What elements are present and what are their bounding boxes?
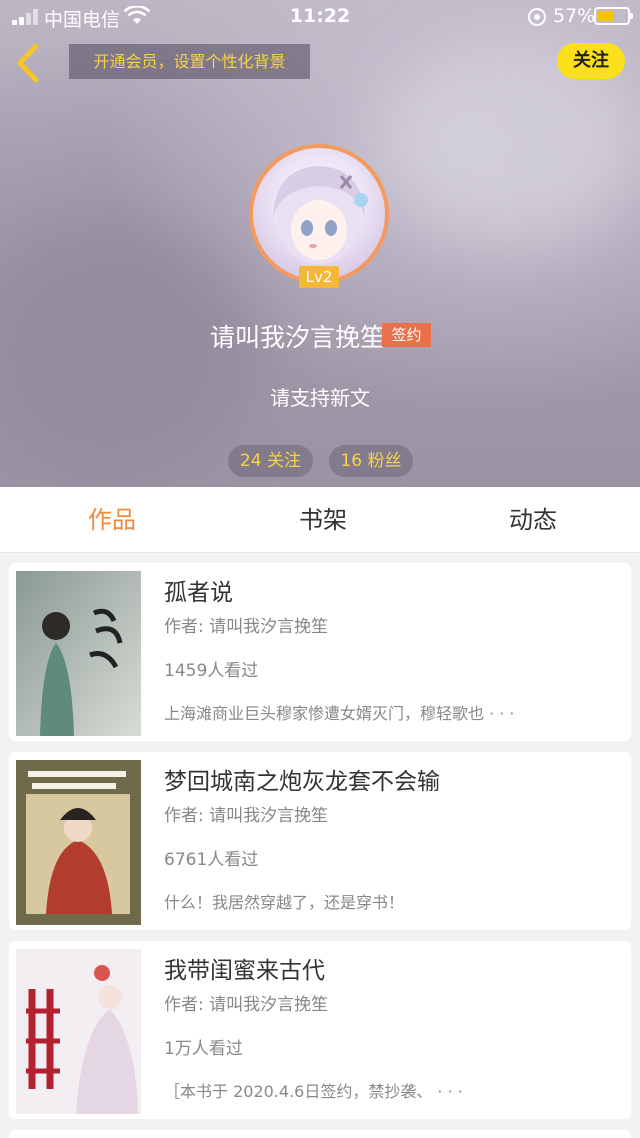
book-cover[interactable] (16, 571, 141, 736)
book-cover-image (16, 949, 141, 1114)
battery-percent: 57% (553, 5, 596, 27)
book-cover[interactable] (16, 949, 141, 1114)
book-cover[interactable] (16, 760, 141, 925)
battery-icon (594, 7, 633, 25)
avatar[interactable] (249, 144, 389, 284)
back-button[interactable] (10, 40, 50, 86)
status-bar: 中国电信 11:22 57% (0, 0, 640, 34)
user-signature: 请支持新文 (270, 386, 370, 410)
book-description: 上海滩商业巨头穆家惨遭女婿灭门，穆轻歌也 · · · (164, 704, 515, 723)
user-nickname: 请叫我汐言挽笙 (210, 323, 386, 352)
book-card[interactable]: 孤者说 作者: 请叫我汐言挽笙 1459人看过 上海滩商业巨头穆家惨遭女婿灭门，… (9, 563, 631, 741)
profile-tabs: 作品 书架 动态 (0, 487, 640, 553)
tab-works[interactable]: 作品 (52, 487, 172, 553)
book-author: 作者: 请叫我汐言挽笙 (164, 617, 329, 637)
book-description: ［本书于 2020.4.6日签约，禁抄袭、 · · · (164, 1082, 463, 1101)
book-title: 孤者说 (164, 580, 233, 606)
orientation-lock-icon (528, 8, 546, 26)
book-view-count: 6761人看过 (164, 850, 259, 870)
book-author: 作者: 请叫我汐言挽笙 (164, 806, 329, 826)
tab-bookshelf[interactable]: 书架 (263, 487, 383, 553)
book-view-count: 1万人看过 (164, 1039, 243, 1059)
following-count-button[interactable]: 24 关注 (228, 445, 313, 477)
book-description: 什么！我居然穿越了，还是穿书！ (164, 893, 405, 912)
avatar-illustration (273, 166, 368, 264)
vip-background-banner[interactable]: 开通会员，设置个性化背景 (69, 44, 310, 79)
book-card[interactable]: 我带闺蜜来古代 作者: 请叫我汐言挽笙 1万人看过 ［本书于 2020.4.6日… (9, 941, 631, 1119)
level-badge: Lv2 (299, 266, 339, 288)
book-card[interactable]: 梦回城南之炮灰龙套不会输 作者: 请叫我汐言挽笙 6761人看过 什么！我居然穿… (9, 752, 631, 930)
signed-author-badge: 签约 (382, 323, 431, 347)
book-card[interactable] (9, 1130, 631, 1138)
book-cover-image (16, 571, 141, 736)
fans-count-button[interactable]: 16 粉丝 (329, 445, 413, 477)
book-view-count: 1459人看过 (164, 661, 259, 681)
chevron-left-icon (17, 43, 39, 83)
book-cover-image (16, 760, 141, 925)
book-title: 我带闺蜜来古代 (164, 958, 325, 984)
tab-activity[interactable]: 动态 (473, 487, 593, 553)
book-author: 作者: 请叫我汐言挽笙 (164, 995, 329, 1015)
follow-button[interactable]: 关注 (557, 43, 625, 79)
book-title: 梦回城南之炮灰龙套不会输 (164, 769, 440, 795)
profile-header: 中国电信 11:22 57% 开通会员，设置个性化背景 关注 Lv2 请叫我汐言… (0, 0, 640, 487)
